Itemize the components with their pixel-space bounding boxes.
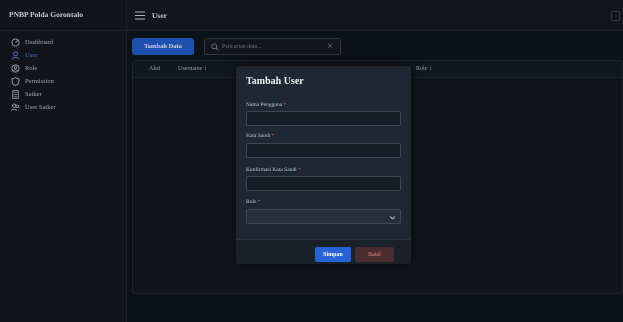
add-user-modal: Tambah User Nama Pengguna * Kata Sandi *… bbox=[236, 66, 411, 264]
role-label: Role * bbox=[246, 199, 261, 205]
confirm-password-field[interactable] bbox=[246, 176, 401, 191]
cancel-button[interactable]: Batal bbox=[355, 247, 394, 262]
username-field[interactable] bbox=[246, 111, 401, 126]
role-select[interactable] bbox=[246, 209, 401, 224]
password-field[interactable] bbox=[246, 143, 401, 158]
modal-title: Tambah User bbox=[246, 76, 304, 87]
password-label: Kata Sandi * bbox=[246, 133, 275, 139]
username-label: Nama Pengguna * bbox=[246, 102, 287, 108]
chevron-down-icon bbox=[389, 214, 396, 221]
save-button[interactable]: Simpan bbox=[315, 247, 351, 262]
confirm-password-label: Konfirmasi Kata Sandi * bbox=[246, 167, 301, 173]
modal-footer: Simpan Batal bbox=[236, 239, 411, 264]
